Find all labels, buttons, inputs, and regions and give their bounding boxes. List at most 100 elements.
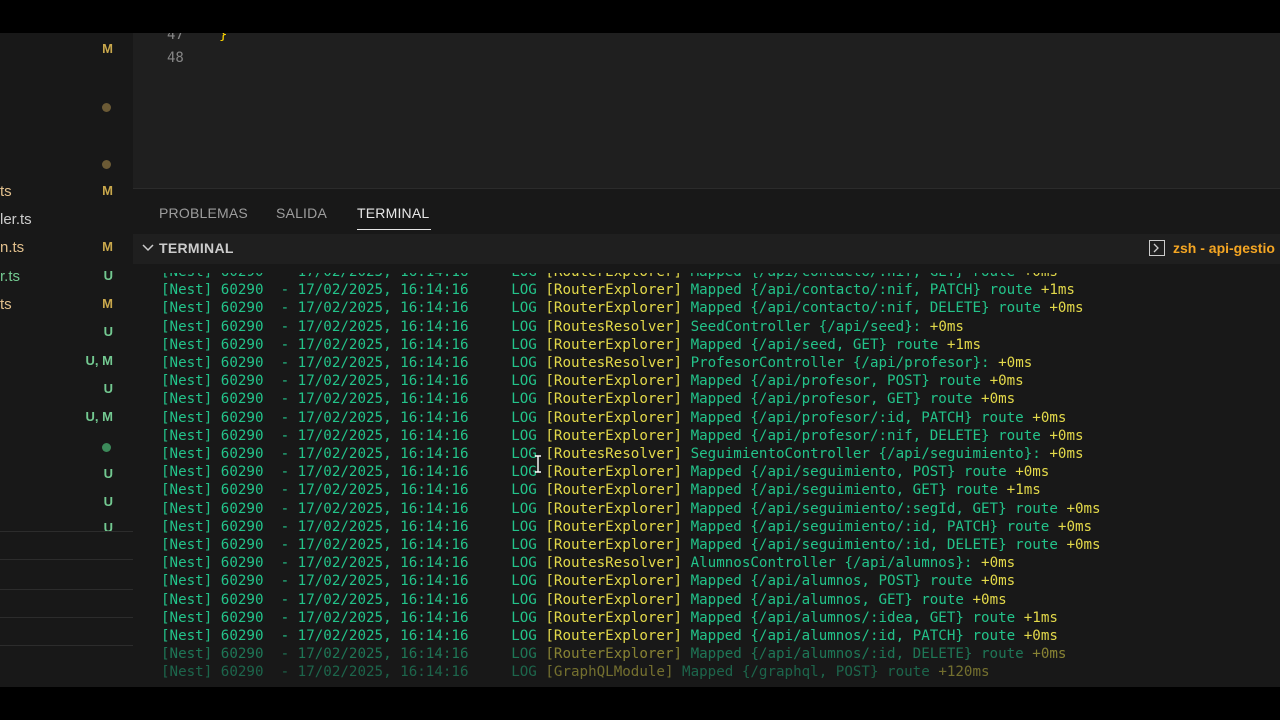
terminal-line: [Nest] 60290 - 17/02/2025, 16:14:16 LOG … — [161, 500, 1101, 518]
modified-dot-icon — [102, 103, 111, 112]
explorer-file-item[interactable]: r.ts U — [0, 264, 133, 292]
log-context: [RouterExplorer] — [545, 646, 683, 663]
log-level: LOG — [511, 646, 546, 663]
log-prefix: [Nest] 60290 - 17/02/2025, 16:14:16 — [161, 373, 512, 390]
log-context: [RouterExplorer] — [545, 409, 683, 426]
modified-dot-icon — [102, 160, 111, 169]
git-status-badge: U — [103, 268, 113, 283]
tab-salida[interactable]: SALIDA — [276, 205, 327, 221]
explorer-sidebar: Mts Mler.ts n.ts Mr.ts Uts M U U, M U U, MUUU — [0, 33, 133, 687]
explorer-file-item[interactable]: U — [0, 462, 133, 490]
log-elapsed-time: +0ms — [1023, 628, 1058, 644]
git-status-badge: U — [103, 324, 113, 339]
log-message: Mapped {/graphql, POST} route — [673, 664, 939, 681]
log-elapsed-time: +0ms — [1066, 537, 1101, 553]
terminal-line: [Nest] 60290 - 17/02/2025, 16:14:16 LOG … — [161, 372, 1024, 390]
log-elapsed-time: +0ms — [1049, 446, 1084, 462]
log-prefix: [Nest] 60290 - 17/02/2025, 16:14:16 — [161, 664, 512, 681]
log-prefix: [Nest] 60290 - 17/02/2025, 16:14:16 — [161, 300, 512, 317]
terminal-line: [Nest] 60290 - 17/02/2025, 16:14:16 LOG … — [161, 318, 964, 336]
log-context: [RoutesResolver] — [545, 555, 683, 572]
log-context: [RouterExplorer] — [545, 300, 683, 317]
terminal-line: [Nest] 60290 - 17/02/2025, 16:14:16 LOG … — [161, 481, 1041, 499]
git-status-badge: U — [103, 466, 113, 481]
line-number: 48 — [167, 50, 184, 66]
bottom-black-bar — [0, 687, 1280, 720]
log-prefix: [Nest] 60290 - 17/02/2025, 16:14:16 — [161, 336, 512, 353]
log-context: [RouterExplorer] — [545, 282, 683, 299]
log-level: LOG — [511, 391, 546, 408]
line-number: 47 — [167, 33, 184, 43]
explorer-file-item[interactable]: U, M — [0, 349, 133, 377]
log-context: [RouterExplorer] — [545, 628, 683, 644]
explorer-file-item[interactable] — [0, 433, 133, 461]
explorer-file-item[interactable]: U — [0, 516, 133, 544]
log-message: ProfesorController {/api/profesor}: — [682, 355, 999, 371]
log-message: Mapped {/api/alumnos/:id, PATCH} route — [682, 628, 1024, 644]
terminal-line: [Nest] 60290 - 17/02/2025, 16:14:16 LOG … — [161, 390, 1015, 408]
log-context: [RouterExplorer] — [545, 427, 683, 444]
git-status-badge: U, M — [85, 353, 113, 368]
chevron-down-icon[interactable] — [141, 241, 155, 255]
explorer-file-item[interactable] — [0, 93, 133, 121]
sidebar-divider — [0, 589, 133, 590]
explorer-file-item[interactable]: ts M — [0, 179, 133, 207]
file-name: n.ts — [0, 239, 25, 256]
sidebar-divider — [0, 559, 133, 560]
terminal-section-header[interactable]: TERMINAL zsh - api-gestio — [133, 234, 1280, 264]
log-message: Mapped {/api/seguimiento/:segId, GET} ro… — [682, 500, 1067, 517]
explorer-file-item[interactable]: ts M — [0, 292, 133, 320]
log-message: Mapped {/api/profesor/:nif, DELETE} rout… — [682, 427, 1050, 444]
explorer-file-item[interactable]: U — [0, 490, 133, 518]
log-level: LOG — [511, 355, 546, 371]
terminal-output[interactable]: [Nest] 60290 - 17/02/2025, 16:14:16 LOG … — [133, 273, 1280, 687]
log-message: Mapped {/api/seguimiento/:id, DELETE} ro… — [682, 537, 1067, 553]
terminal-line: [Nest] 60290 - 17/02/2025, 16:14:16 LOG … — [161, 645, 1066, 663]
git-status-badge: U — [103, 381, 113, 396]
log-prefix: [Nest] 60290 - 17/02/2025, 16:14:16 — [161, 355, 512, 371]
log-level: LOG — [511, 628, 546, 644]
log-prefix: [Nest] 60290 - 17/02/2025, 16:14:16 — [161, 273, 511, 280]
explorer-file-item[interactable]: U, M — [0, 405, 133, 433]
log-elapsed-time: +0ms — [1057, 518, 1093, 535]
log-context: [RouterExplorer] — [545, 591, 683, 608]
log-message: Mapped {/api/contacto/:nif, DELETE} rout… — [682, 300, 1050, 317]
terminal-section-title: TERMINAL — [159, 240, 234, 256]
git-status-badge: U — [103, 520, 113, 535]
log-context: [RouterExplorer] — [545, 609, 683, 626]
tab-terminal[interactable]: TERMINAL — [357, 205, 429, 221]
log-level: LOG — [511, 537, 546, 553]
log-prefix: [Nest] 60290 - 17/02/2025, 16:14:16 — [161, 591, 512, 608]
log-prefix: [Nest] 60290 - 17/02/2025, 16:14:16 — [161, 391, 512, 408]
git-status-badge: M — [102, 183, 113, 198]
log-message: AlumnosController {/api/alumnos}: — [682, 555, 982, 572]
log-elapsed-time: +1ms — [1040, 282, 1075, 299]
bottom-panel: PROBLEMAS SALIDA TERMINAL TERMINAL zsh -… — [133, 188, 1280, 687]
terminal-instance-label[interactable]: zsh - api-gestio — [1173, 240, 1275, 256]
log-context: [RouterExplorer] — [545, 373, 683, 390]
log-level: LOG — [511, 273, 545, 280]
terminal-line: [Nest] 60290 - 17/02/2025, 16:14:16 LOG … — [161, 572, 1015, 590]
active-tab-indicator — [357, 229, 431, 230]
explorer-file-item[interactable]: ler.ts — [0, 207, 133, 235]
git-status-badge: M — [102, 296, 113, 311]
log-elapsed-time: +0ms — [1049, 300, 1084, 317]
log-level: LOG — [511, 664, 546, 681]
explorer-file-item[interactable]: U — [0, 377, 133, 405]
explorer-file-item[interactable]: M — [0, 37, 133, 65]
log-prefix: [Nest] 60290 - 17/02/2025, 16:14:16 — [161, 482, 512, 499]
explorer-file-item[interactable] — [0, 150, 133, 178]
log-elapsed-time: +1ms — [946, 336, 982, 353]
code-editor[interactable]: } 47 48 — [133, 33, 1280, 188]
explorer-file-item[interactable]: n.ts M — [0, 235, 133, 263]
log-message: Mapped {/api/seguimiento/:id, PATCH} rou… — [682, 518, 1058, 535]
log-level: LOG — [511, 573, 546, 590]
explorer-file-item[interactable]: U — [0, 320, 133, 348]
log-message: Mapped {/api/profesor, POST} route — [682, 373, 990, 390]
git-status-badge: U, M — [85, 409, 113, 424]
log-context: [RouterExplorer] — [545, 273, 682, 280]
log-level: LOG — [511, 427, 546, 444]
git-status-badge: M — [102, 239, 113, 254]
tab-problemas[interactable]: PROBLEMAS — [159, 205, 248, 221]
log-context: [RoutesResolver] — [545, 446, 683, 462]
